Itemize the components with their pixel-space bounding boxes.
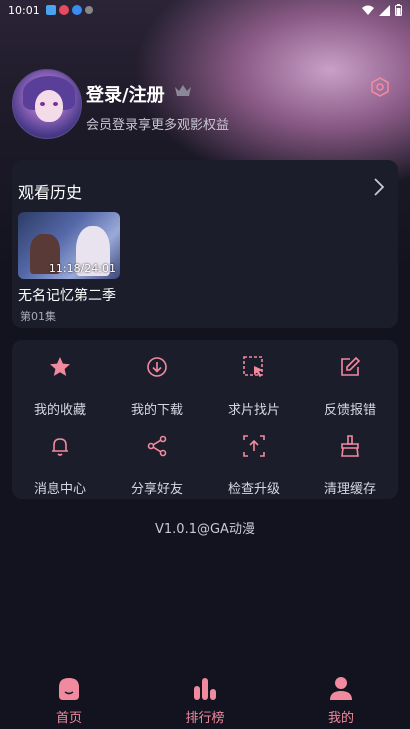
menu-item-label: 我的收藏 [33, 403, 86, 418]
menu-item-downloads[interactable]: 我的下载 [109, 350, 205, 420]
menu-item-feedback[interactable]: 反馈报错 [302, 350, 398, 420]
bottom-tab-bar: 首页 排行榜 我的 [0, 670, 410, 729]
download-icon [147, 357, 167, 377]
avatar[interactable] [12, 69, 82, 139]
bell-icon [52, 438, 68, 456]
crown-icon [175, 85, 191, 96]
upgrade-icon [243, 435, 265, 457]
menu-item-label: 消息中心 [33, 482, 86, 497]
wifi-icon [362, 5, 374, 15]
home-icon [59, 678, 79, 700]
history-thumbnail[interactable]: 11:18/24:01 [18, 212, 120, 279]
settings-icon[interactable] [370, 77, 390, 97]
login-register-link[interactable]: 登录/注册 [86, 81, 165, 107]
dot-icon [84, 6, 93, 14]
tab-ranking[interactable]: 排行榜 [155, 670, 255, 729]
star-icon [50, 357, 70, 376]
tab-label: 首页 [55, 711, 82, 726]
function-menu: 我的收藏 我的下载 求片找片 反馈报错 消息中心 分享好友 检查升级 清理缓存 [12, 340, 398, 499]
signal-icon [379, 4, 390, 16]
status-bar: 10:01 [0, 0, 410, 20]
history-progress: 11:18/24:01 [48, 262, 116, 275]
app-notification-icon [71, 5, 82, 15]
menu-item-label: 检查升级 [227, 482, 280, 497]
watch-history-title: 观看历史 [18, 183, 83, 202]
menu-item-clear-cache[interactable]: 清理缓存 [302, 429, 398, 499]
notification-icons [45, 5, 93, 15]
app-notification-icon [58, 5, 69, 15]
select-pointer-icon [243, 356, 263, 377]
menu-item-label: 清理缓存 [323, 482, 376, 497]
bar-chart-icon [194, 678, 216, 700]
profile-header[interactable]: 登录/注册 会员登录享更多观影权益 [12, 69, 398, 139]
menu-item-label: 求片找片 [227, 403, 280, 418]
menu-item-label: 反馈报错 [323, 403, 376, 418]
user-icon [330, 677, 352, 700]
login-subtitle: 会员登录享更多观影权益 [86, 118, 230, 133]
share-icon [147, 435, 167, 457]
edit-icon [341, 356, 361, 376]
battery-icon [395, 4, 402, 16]
broom-icon [341, 435, 359, 457]
watch-history-card: 观看历史 11:18/24:01 无名记忆第二季 第01集 [12, 160, 398, 328]
app-version: V1.0.1@GA动漫 [155, 522, 255, 537]
menu-item-upgrade[interactable]: 检查升级 [206, 429, 302, 499]
menu-item-label: 我的下载 [130, 403, 183, 418]
menu-item-messages[interactable]: 消息中心 [12, 429, 108, 499]
menu-item-label: 分享好友 [130, 482, 183, 497]
chevron-right-icon[interactable] [374, 178, 384, 196]
menu-item-share[interactable]: 分享好友 [109, 429, 205, 499]
tab-home[interactable]: 首页 [19, 670, 119, 729]
tab-mine[interactable]: 我的 [291, 670, 391, 729]
menu-item-favorites[interactable]: 我的收藏 [12, 350, 108, 420]
tab-label: 排行榜 [185, 711, 225, 726]
tab-label: 我的 [327, 711, 354, 726]
status-time: 10:01 [8, 3, 40, 17]
app-notification-icon [45, 5, 56, 15]
history-show-title[interactable]: 无名记忆第二季 [18, 285, 116, 305]
history-episode: 第01集 [20, 310, 56, 323]
menu-item-request[interactable]: 求片找片 [206, 350, 302, 420]
